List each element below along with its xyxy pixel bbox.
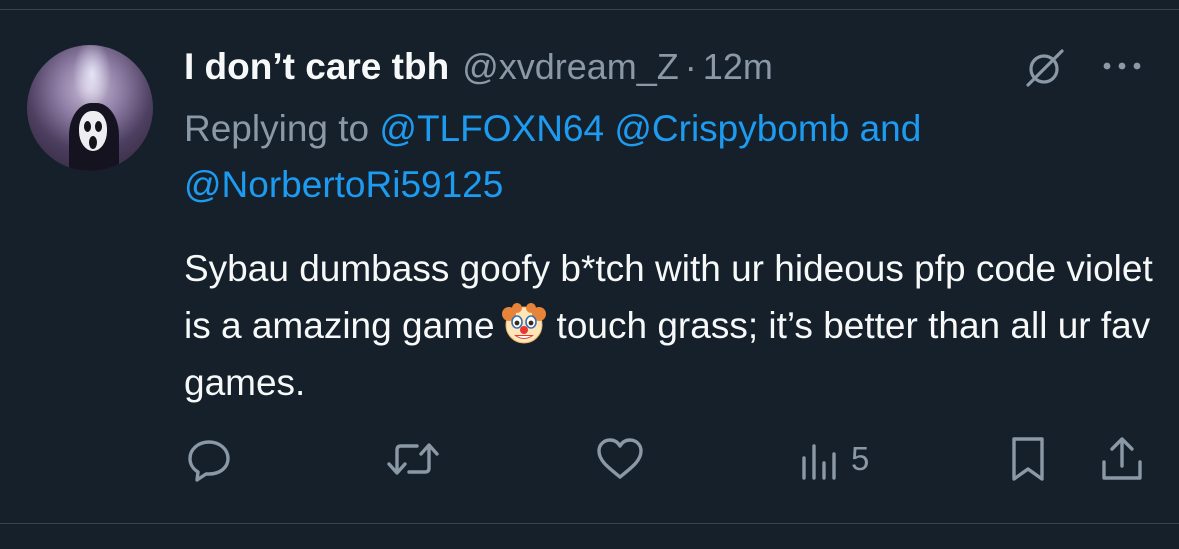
reply-button[interactable] [186, 431, 232, 487]
mention-link[interactable]: @NorbertoRi59125 [184, 164, 503, 205]
grok-icon[interactable] [1022, 48, 1066, 88]
bookmark-icon [1012, 437, 1044, 481]
replying-to-label: Replying to [184, 108, 370, 149]
like-button[interactable] [595, 431, 645, 487]
and-others-link[interactable]: and [860, 108, 922, 149]
clown-emoji [501, 300, 547, 346]
more-dots-icon[interactable] [1098, 56, 1148, 76]
tweet-text: Sybau dumbass goofy b*tch with ur hideou… [184, 240, 1159, 411]
timestamp[interactable]: 12m [703, 46, 773, 88]
user-handle[interactable]: @xvdream_Z [462, 46, 679, 88]
tweet-header: I don’t care tbh @xvdream_Z · 12m [184, 44, 773, 90]
separator-dot: · [684, 46, 697, 87]
mention-link[interactable]: @TLFOXN64 [379, 108, 604, 149]
views-count: 5 [851, 440, 870, 477]
mention-link[interactable]: @Crispybomb [614, 108, 849, 149]
top-divider [0, 9, 1179, 10]
replying-to-line: Replying to @TLFOXN64 @Crispybomb and @N… [184, 101, 1144, 213]
display-name[interactable]: I don’t care tbh [184, 46, 449, 88]
reply-bubble-icon [188, 440, 230, 482]
retweet-button[interactable] [385, 431, 441, 487]
analytics-bars-icon [802, 444, 836, 480]
share-button[interactable] [1099, 431, 1145, 487]
avatar[interactable] [27, 45, 153, 171]
bookmark-button[interactable] [1008, 431, 1048, 487]
heart-icon [597, 438, 643, 479]
bottom-divider [0, 523, 1179, 524]
share-icon [1102, 437, 1142, 480]
retweet-icon [387, 443, 439, 475]
views-button[interactable]: 5 [799, 431, 869, 487]
